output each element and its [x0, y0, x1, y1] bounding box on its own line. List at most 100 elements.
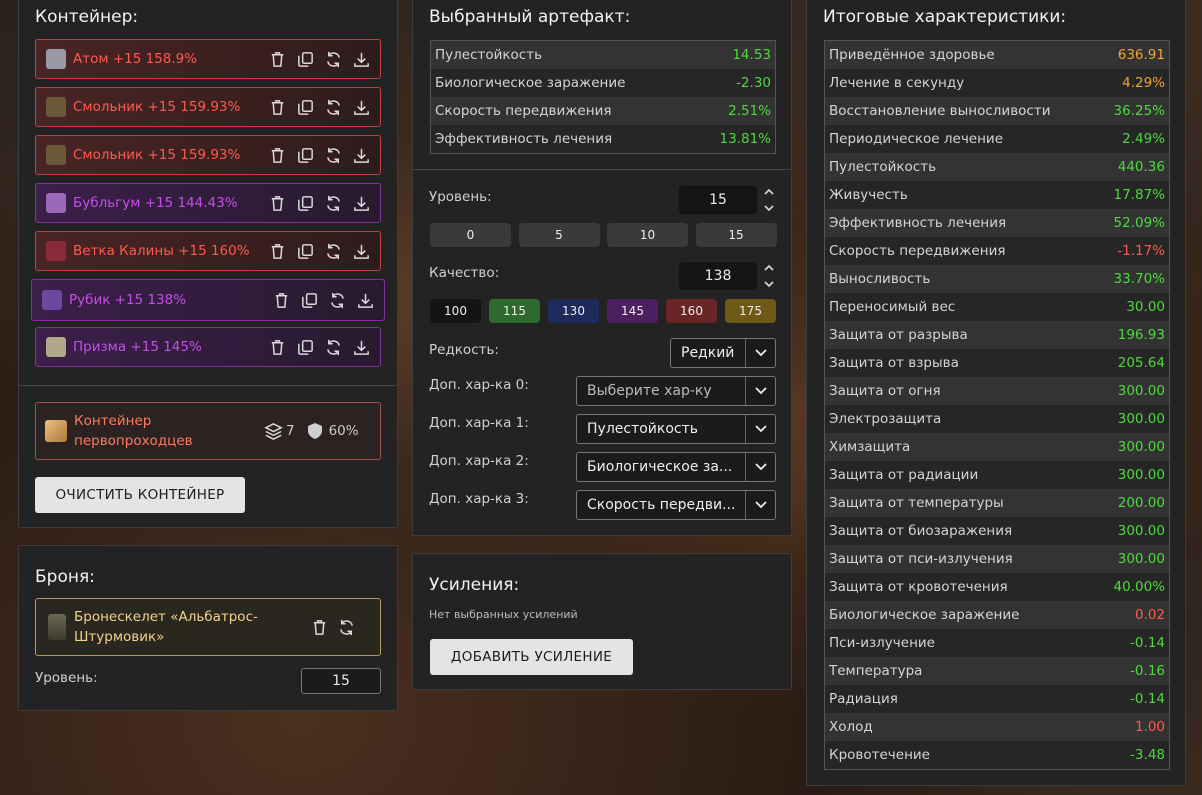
stat-name: Скорость передвижения — [435, 103, 612, 119]
container-item[interactable]: Смольник +15 159.93% — [35, 87, 381, 127]
download-icon[interactable] — [352, 194, 371, 213]
stat-value: 300.00 — [1117, 523, 1165, 539]
rarity-select[interactable]: Редкий — [670, 338, 776, 368]
artifact-stats-table: Пулестойкость 14.53 Биологическое заражени… — [430, 40, 776, 154]
armor-thumbnail-icon — [48, 614, 66, 640]
download-icon[interactable] — [352, 146, 371, 165]
container-slots: 7 — [286, 423, 295, 439]
level-stepper[interactable] — [763, 187, 775, 217]
container-item[interactable]: Рубик +15 138% — [31, 279, 385, 321]
stat-value: 2.51% — [728, 103, 771, 119]
swap-icon[interactable] — [324, 242, 343, 261]
download-icon[interactable] — [352, 98, 371, 117]
stat-row: Пулестойкость 14.53 — [431, 41, 775, 69]
stat-value: 300.00 — [1117, 551, 1165, 567]
download-icon[interactable] — [352, 50, 371, 69]
swap-icon[interactable] — [337, 618, 356, 637]
quality-stepper[interactable] — [763, 263, 775, 293]
copy-icon[interactable] — [296, 194, 315, 213]
level-preset-button[interactable]: 0 — [430, 223, 511, 247]
swap-icon[interactable] — [324, 50, 343, 69]
copy-icon[interactable] — [296, 338, 315, 357]
stat-value: 440.36 — [1117, 159, 1165, 175]
stat-row: Выносливость 33.70% — [825, 265, 1169, 293]
extra-stat-select[interactable]: Выберите хар-ку — [576, 376, 776, 406]
container-item[interactable]: Бубльгум +15 144.43% — [35, 183, 381, 223]
quality-preset-button[interactable]: 160 — [666, 299, 717, 323]
level-preset-button[interactable]: 15 — [695, 223, 777, 247]
totals-stats-table: Приведённое здоровье 636.91 Лечение в секу… — [824, 40, 1170, 770]
chevron-down-icon — [745, 377, 775, 405]
container-item[interactable]: Смольник +15 159.93% — [35, 135, 381, 175]
delete-icon[interactable] — [268, 50, 287, 69]
container-item[interactable]: Атом +15 158.9% — [35, 39, 381, 79]
artifact-title: Выбранный артефакт: — [429, 7, 631, 27]
clear-container-button[interactable]: ОЧИСТИТЬ КОНТЕЙНЕР — [35, 477, 245, 513]
level-preset-button[interactable]: 5 — [518, 223, 600, 247]
quality-input[interactable]: 138 — [679, 262, 757, 290]
layers-icon — [264, 422, 283, 441]
stat-row: Защита от температуры 200.00 — [825, 489, 1169, 517]
stat-value: 300.00 — [1117, 411, 1165, 427]
armor-level-input[interactable]: 15 — [301, 668, 381, 694]
extra-stat-select[interactable]: Биологическое за... — [576, 452, 776, 482]
stat-name: Биологическое заражение — [829, 607, 1020, 623]
armor-item[interactable]: Бронескелет «Альбатрос-Штурмовик» — [35, 598, 381, 656]
delete-icon[interactable] — [272, 291, 291, 310]
swap-icon[interactable] — [328, 291, 347, 310]
stat-value: 17.87% — [1113, 187, 1165, 203]
download-icon[interactable] — [356, 291, 375, 310]
delete-icon[interactable] — [268, 146, 287, 165]
level-preset-button[interactable]: 10 — [607, 223, 688, 247]
stat-value: 2.49% — [1122, 131, 1165, 147]
chevron-down-icon — [745, 415, 775, 443]
quality-preset-button[interactable]: 130 — [548, 299, 599, 323]
stat-row: Скорость передвижения -1.17% — [825, 237, 1169, 265]
copy-icon[interactable] — [296, 242, 315, 261]
extra-stat-select[interactable]: Пулестойкость — [576, 414, 776, 444]
copy-icon[interactable] — [296, 146, 315, 165]
artifact-divider — [413, 169, 791, 170]
stat-row: Эффективность лечения 52.09% — [825, 209, 1169, 237]
artifact-panel: Выбранный артефакт: Пулестойкость 14.53 Би… — [412, 0, 792, 536]
copy-icon[interactable] — [296, 50, 315, 69]
quality-preset-button[interactable]: 115 — [489, 299, 540, 323]
container-title: Контейнер: — [35, 7, 139, 27]
quality-preset-button[interactable]: 100 — [430, 299, 481, 323]
quality-label: Качество: — [429, 265, 500, 281]
stat-value: -0.14 — [1130, 691, 1165, 707]
download-icon[interactable] — [352, 242, 371, 261]
stat-row: Периодическое лечение 2.49% — [825, 125, 1169, 153]
stat-name: Пулестойкость — [435, 47, 543, 63]
stat-name: Переносимый вес — [829, 299, 956, 315]
copy-icon[interactable] — [300, 291, 319, 310]
extra-stat-select[interactable]: Скорость передви... — [576, 490, 776, 520]
stat-row: Защита от пси-излучения 300.00 — [825, 545, 1169, 573]
stat-name: Скорость передвижения — [829, 243, 1006, 259]
quality-preset-button[interactable]: 175 — [725, 299, 776, 323]
container-item[interactable]: Ветка Калины +15 160% — [35, 231, 381, 271]
delete-icon[interactable] — [268, 194, 287, 213]
delete-icon[interactable] — [310, 618, 329, 637]
selected-container[interactable]: Контейнер первопроходцев 7 60% — [35, 402, 381, 460]
container-thumbnail-icon — [45, 420, 67, 442]
stat-name: Эффективность лечения — [829, 215, 1007, 231]
swap-icon[interactable] — [324, 338, 343, 357]
add-boost-button[interactable]: ДОБАВИТЬ УСИЛЕНИЕ — [430, 639, 633, 675]
armor-title: Броня: — [35, 567, 95, 587]
swap-icon[interactable] — [324, 146, 343, 165]
stat-name: Пси-излучение — [829, 635, 935, 651]
swap-icon[interactable] — [324, 98, 343, 117]
delete-icon[interactable] — [268, 338, 287, 357]
rubik-icon — [42, 290, 62, 310]
container-item[interactable]: Призма +15 145% — [35, 327, 381, 367]
delete-icon[interactable] — [268, 98, 287, 117]
copy-icon[interactable] — [296, 98, 315, 117]
level-input[interactable]: 15 — [679, 186, 757, 214]
stat-row: Пси-излучение -0.14 — [825, 629, 1169, 657]
download-icon[interactable] — [352, 338, 371, 357]
stat-value: 200.00 — [1117, 495, 1165, 511]
delete-icon[interactable] — [268, 242, 287, 261]
swap-icon[interactable] — [324, 194, 343, 213]
quality-preset-button[interactable]: 145 — [607, 299, 658, 323]
